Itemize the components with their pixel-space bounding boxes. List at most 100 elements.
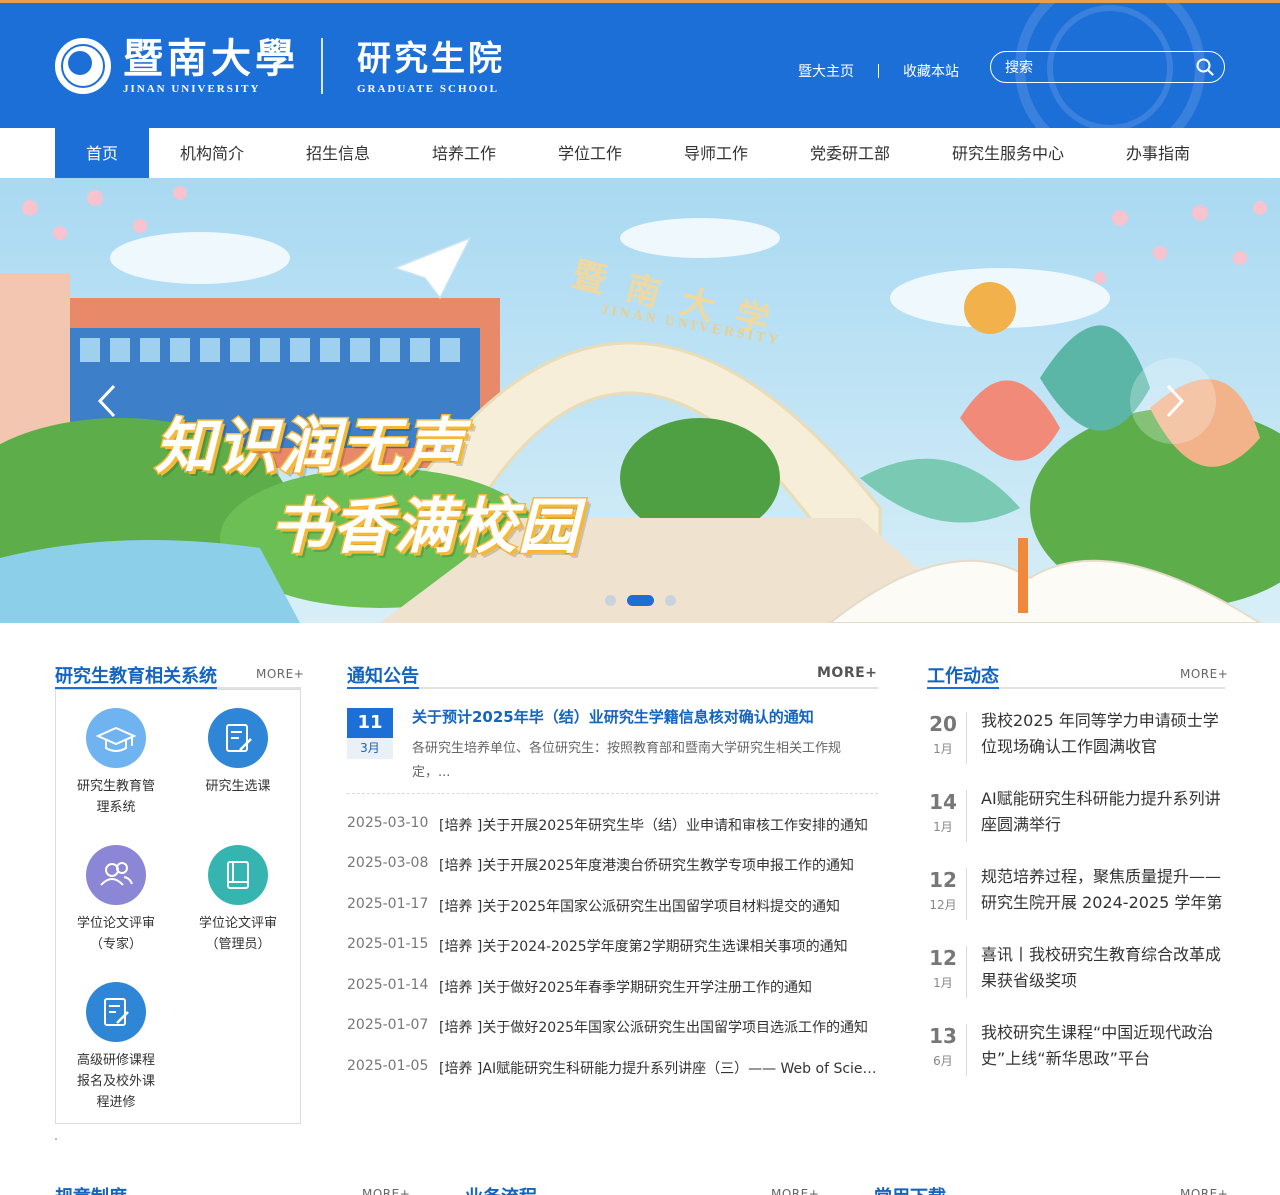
banner-dot-2[interactable] bbox=[627, 595, 654, 606]
decor-dot bbox=[55, 1138, 57, 1140]
list-item[interactable]: 2025-01-07 [培养 ]关于做好2025年国家公派研究生出国留学项目选派工… bbox=[347, 1017, 882, 1039]
site-logo[interactable]: 暨南大學 JINAN UNIVERSITY 研究生院 GRADUATE SCHO… bbox=[55, 37, 505, 95]
news-month: 1月 bbox=[933, 820, 953, 834]
list-item[interactable]: 14 1月 AI赋能研究生科研能力提升系列讲座圆满举行 bbox=[927, 789, 1227, 850]
notices-title-line bbox=[347, 687, 878, 689]
book-icon bbox=[208, 845, 268, 905]
news-divider bbox=[966, 1024, 967, 1076]
notices-more-link[interactable]: MORE+ bbox=[817, 665, 877, 681]
list-item[interactable]: 2025-01-17 [培养 ]关于2025年国家公派研究生出国留学项目材料提交的… bbox=[347, 896, 882, 918]
nav-admissions[interactable]: 招生信息 bbox=[288, 128, 388, 178]
news-day: 20 bbox=[929, 712, 957, 736]
system-label: 研究生教育管 理系统 bbox=[76, 779, 155, 815]
banner-headline-1: 知识润无声 bbox=[154, 411, 465, 484]
news-day: 14 bbox=[929, 790, 957, 814]
nav-guide[interactable]: 办事指南 bbox=[1108, 128, 1208, 178]
news-divider bbox=[966, 946, 967, 998]
systems-title: 研究生教育相关系统 bbox=[55, 666, 217, 687]
notice-title: [培养 ]关于2025年国家公派研究生出国留学项目材料提交的通知 bbox=[439, 899, 841, 915]
list-item[interactable]: 12 12月 规范培养过程，聚焦质量提升——研究生院开展 2024-2025 学… bbox=[927, 867, 1227, 928]
list-item[interactable]: 2025-03-10 [培养 ]关于开展2025年研究生毕（结）业申请和审核工作安… bbox=[347, 815, 882, 837]
logo-english: JINAN UNIVERSITY bbox=[123, 83, 261, 95]
news-headline: 规范培养过程，聚焦质量提升——研究生院开展 2024-2025 学年第 bbox=[981, 867, 1223, 912]
news-month: 1月 bbox=[933, 976, 953, 990]
list-item[interactable]: 20 1月 我校2025 年同等学力申请硕士学位现场确认工作圆满收官 bbox=[927, 711, 1227, 772]
system-thesis-review-admin[interactable]: 学位论文评审 （管理员） bbox=[178, 845, 298, 955]
news-more-link[interactable]: MORE+ bbox=[1180, 667, 1228, 681]
notice-divider bbox=[347, 793, 878, 794]
news-day: 12 bbox=[929, 868, 957, 892]
list-item[interactable]: 12 1月 喜讯丨我校研究生教育综合改革成果获省级奖项 bbox=[927, 945, 1227, 1006]
banner-dot-1[interactable] bbox=[605, 595, 616, 606]
notice-date: 2025-01-17 bbox=[347, 896, 429, 912]
school-english: GRADUATE SCHOOL bbox=[357, 83, 499, 95]
feature-date-badge: 11 3月 bbox=[347, 708, 393, 760]
logo-chinese: 暨南大學 bbox=[123, 35, 299, 82]
notice-date: 2025-01-07 bbox=[347, 1017, 429, 1033]
main-nav: 首页 机构简介 招生信息 培养工作 学位工作 导师工作 党委研工部 研究生服务中… bbox=[0, 128, 1280, 178]
news-divider bbox=[966, 712, 967, 764]
feature-day: 11 bbox=[347, 708, 393, 738]
search-icon[interactable] bbox=[1196, 58, 1214, 76]
home-link[interactable]: 暨大主页 bbox=[798, 61, 854, 81]
university-seal-icon bbox=[55, 38, 111, 94]
nav-training[interactable]: 培养工作 bbox=[414, 128, 514, 178]
downloads-more-link[interactable]: MORE+ bbox=[1180, 1187, 1228, 1195]
chevron-right-icon bbox=[1166, 384, 1185, 418]
notice-title: [培养 ]关于2024-2025学年度第2学期研究生选课相关事项的通知 bbox=[439, 939, 848, 955]
notice-title: [培养 ]关于做好2025年国家公派研究生出国留学项目选派工作的通知 bbox=[439, 1020, 869, 1036]
notice-date: 2025-03-10 bbox=[347, 815, 429, 831]
systems-more-link[interactable]: MORE+ bbox=[256, 667, 304, 681]
system-course-selection[interactable]: 研究生选课 bbox=[178, 708, 298, 797]
list-item[interactable]: 2025-01-14 [培养 ]关于做好2025年春季学期研究生开学注册工作的通知 bbox=[347, 977, 882, 999]
bookmark-link[interactable]: 收藏本站 bbox=[903, 61, 959, 81]
regulations-more-link[interactable]: MORE+ bbox=[362, 1187, 410, 1195]
nav-supervisor[interactable]: 导师工作 bbox=[666, 128, 766, 178]
notice-title: [培养 ]关于开展2025年度港澳台侨研究生教学专项申报工作的通知 bbox=[439, 858, 855, 874]
notice-date: 2025-01-14 bbox=[347, 977, 429, 993]
users-icon bbox=[86, 845, 146, 905]
feature-month: 3月 bbox=[347, 738, 393, 759]
system-label: 学位论文评审 （专家） bbox=[76, 916, 155, 952]
edit-list-icon bbox=[208, 708, 268, 768]
search-input[interactable] bbox=[1005, 52, 1185, 81]
nav-service-center[interactable]: 研究生服务中心 bbox=[938, 128, 1078, 178]
list-item[interactable]: 13 6月 我校研究生课程“中国近现代政治史”上线“新华思政”平台 bbox=[927, 1023, 1227, 1084]
hero-banner[interactable]: 暨南大学 JINAN UNIVERSITY 知识润无声 书香满校园 bbox=[0, 178, 1280, 623]
site-header: 暨南大學 JINAN UNIVERSITY 研究生院 GRADUATE SCHO… bbox=[0, 3, 1280, 128]
news-headline: 我校2025 年同等学力申请硕士学位现场确认工作圆满收官 bbox=[981, 711, 1219, 756]
graduation-cap-icon bbox=[86, 708, 146, 768]
notice-title: [培养 ]关于开展2025年研究生毕（结）业申请和审核工作安排的通知 bbox=[439, 818, 869, 834]
list-item[interactable]: 2025-01-15 [培养 ]关于2024-2025学年度第2学期研究生选课相关… bbox=[347, 936, 882, 958]
banner-prev-button[interactable] bbox=[64, 358, 150, 444]
feature-notice-title[interactable]: 关于预计2025年毕（结）业研究生学籍信息核对确认的通知 bbox=[412, 706, 814, 727]
notice-title: [培养 ]AI赋能研究生科研能力提升系列讲座（三）—— Web of Scien… bbox=[439, 1061, 879, 1077]
notice-title: [培养 ]关于做好2025年春季学期研究生开学注册工作的通知 bbox=[439, 980, 813, 996]
news-headline: 喜讯丨我校研究生教育综合改革成果获省级奖项 bbox=[981, 945, 1222, 990]
workflow-title: 业务流程 bbox=[465, 1183, 537, 1195]
notice-date: 2025-01-05 bbox=[347, 1058, 429, 1074]
notices-title: 通知公告 bbox=[347, 666, 419, 687]
list-item[interactable]: 2025-03-08 [培养 ]关于开展2025年度港澳台侨研究生教学专项申报工作… bbox=[347, 855, 882, 877]
system-graduate-management[interactable]: 研究生教育管 理系统 bbox=[56, 708, 176, 818]
workflow-more-link[interactable]: MORE+ bbox=[771, 1187, 819, 1195]
news-day: 12 bbox=[929, 946, 957, 970]
banner-next-button[interactable] bbox=[1130, 358, 1216, 444]
nav-home[interactable]: 首页 bbox=[55, 128, 149, 178]
banner-pagination bbox=[605, 595, 687, 606]
systems-panel: 研究生教育管 理系统 研究生选课 学位论文评审 （专家） 学位论文评审 （管理员… bbox=[55, 689, 301, 1124]
nav-degree[interactable]: 学位工作 bbox=[540, 128, 640, 178]
list-item[interactable]: 2025-01-05 [培养 ]AI赋能研究生科研能力提升系列讲座（三）—— We… bbox=[347, 1058, 882, 1080]
banner-dot-3[interactable] bbox=[665, 595, 676, 606]
school-chinese: 研究生院 bbox=[357, 39, 505, 79]
chevron-left-icon bbox=[97, 384, 116, 418]
notice-date: 2025-03-08 bbox=[347, 855, 429, 871]
downloads-title: 常用下载 bbox=[874, 1183, 946, 1195]
nav-party[interactable]: 党委研工部 bbox=[795, 128, 905, 178]
news-divider bbox=[966, 790, 967, 842]
news-month: 1月 bbox=[933, 742, 953, 756]
system-thesis-review-expert[interactable]: 学位论文评审 （专家） bbox=[56, 845, 176, 955]
nav-about[interactable]: 机构简介 bbox=[162, 128, 262, 178]
news-month: 12月 bbox=[929, 898, 957, 912]
system-advanced-course[interactable]: 高级研修课程 报名及校外课 程进修 bbox=[56, 982, 176, 1113]
